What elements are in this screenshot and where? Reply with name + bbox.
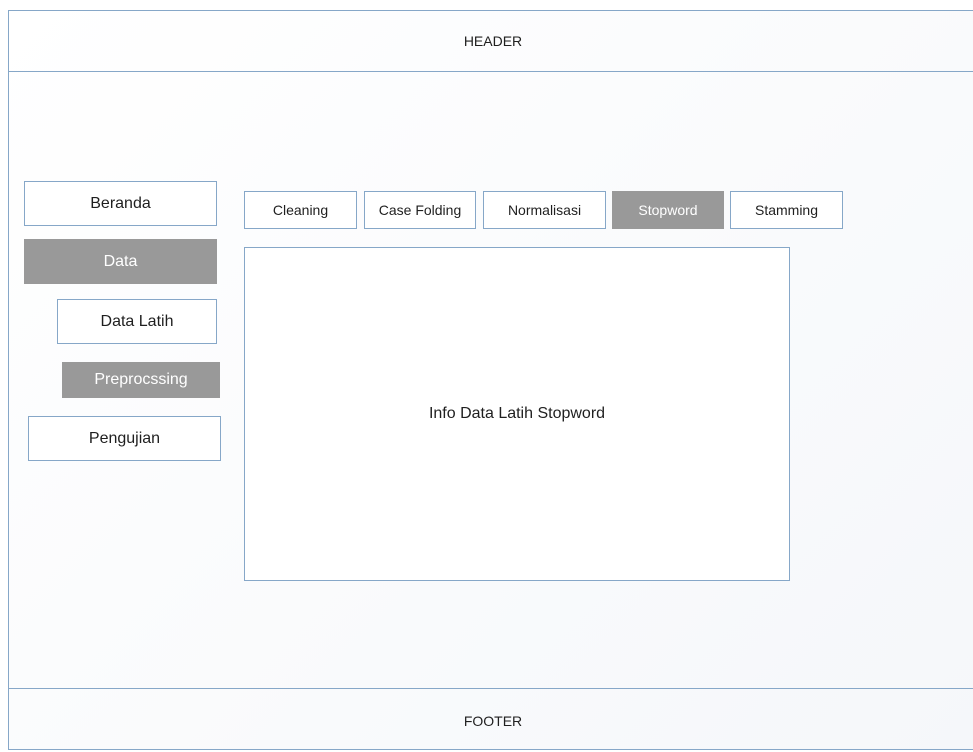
sidebar-item-label: Data Latih — [100, 312, 174, 330]
tab-label: Stopword — [638, 202, 698, 218]
tab-normalisasi[interactable]: Normalisasi — [483, 191, 606, 229]
tab-stopword[interactable]: Stopword — [612, 191, 724, 229]
footer-label: FOOTER — [463, 712, 523, 729]
sidebar-item-label: Pengujian — [88, 429, 161, 447]
sidebar-item-data-latih[interactable]: Data Latih — [57, 299, 217, 344]
tab-cleaning[interactable]: Cleaning — [244, 191, 357, 229]
sidebar-item-label: Preprocssing — [94, 371, 188, 388]
tab-stamming[interactable]: Stamming — [730, 191, 843, 229]
tab-label: Cleaning — [272, 202, 329, 218]
sidebar-item-data[interactable]: Data — [24, 239, 217, 284]
info-panel: Info Data Latih Stopword — [244, 247, 790, 581]
info-text: Info Data Latih Stopword — [428, 405, 606, 422]
sidebar-item-label: Data — [103, 252, 138, 270]
header: HEADER — [9, 11, 973, 72]
footer: FOOTER — [9, 688, 973, 752]
tab-label: Normalisasi — [507, 202, 582, 218]
sidebar-item-label: Beranda — [90, 194, 151, 212]
tab-label: Case Folding — [378, 202, 462, 218]
header-label: HEADER — [463, 33, 523, 49]
sidebar-item-pengujian[interactable]: Pengujian — [28, 416, 221, 461]
tab-label: Stamming — [754, 202, 819, 218]
sidebar-item-beranda[interactable]: Beranda — [24, 181, 217, 226]
sidebar-item-preprocessing[interactable]: Preprocssing — [62, 362, 220, 398]
tab-case-folding[interactable]: Case Folding — [364, 191, 476, 229]
app-frame: HEADER Beranda Data Data Latih Preprocss… — [8, 10, 973, 750]
